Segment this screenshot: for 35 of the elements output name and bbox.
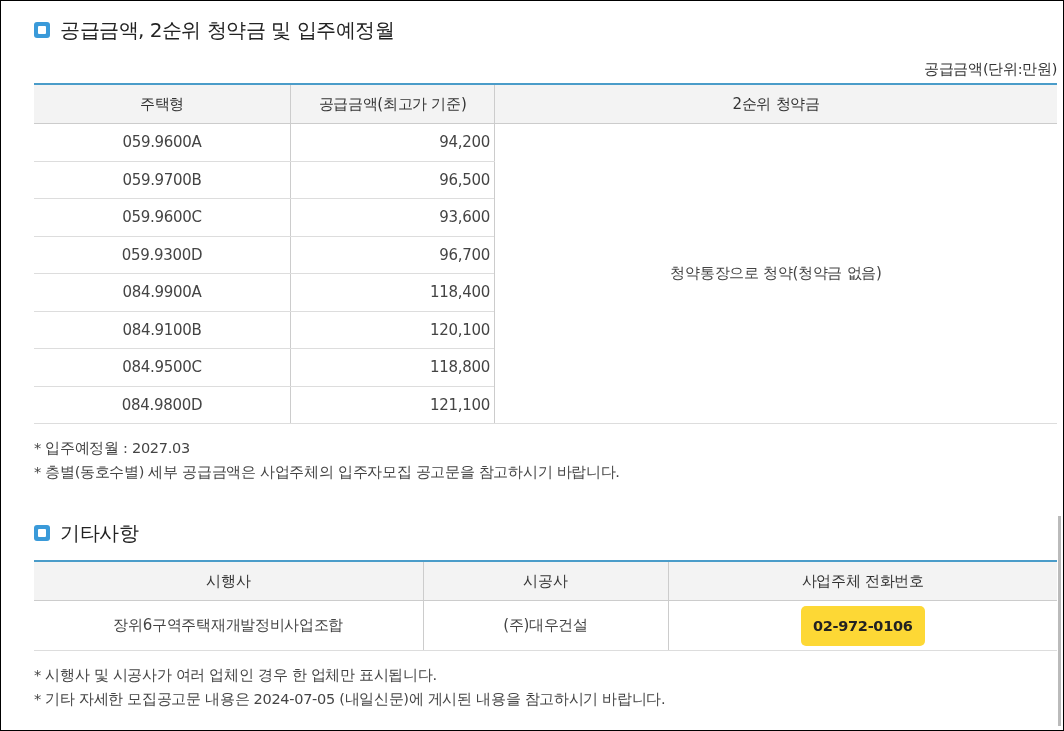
table-cell: 장위6구역주택재개발정비사업조합: [113, 616, 344, 634]
note-text: * 입주예정월 : 2027.03: [34, 439, 191, 458]
square-bullet-icon: [34, 22, 50, 38]
column-header: 시행사: [206, 571, 251, 590]
square-bullet-icon: [34, 525, 50, 541]
table-cell: 120,100: [430, 320, 490, 339]
table-cell: 청약통장으로 청약(청약금 없음): [670, 264, 882, 282]
table-cell: 084.9500C: [122, 358, 202, 377]
column-header: 사업주체 전화번호: [801, 571, 924, 590]
table-cell: 084.9800D: [121, 395, 203, 414]
table-cell: 121,100: [430, 395, 490, 414]
section-title: 기타사항: [60, 519, 138, 547]
table-cell: 118,400: [430, 283, 490, 302]
section-title: 공급금액, 2순위 청약금 및 입주예정월: [60, 16, 394, 44]
column-header: 시공사: [523, 571, 568, 590]
note-text: * 기타 자세한 모집공고문 내용은 2024-07-05 (내일신문)에 게시된 내용을 참고하시기 바랍니다.: [34, 690, 667, 709]
note-text: * 층별(동호수별) 세부 공급금액은 사업주체의 입주자모집 공고문을 참고하시기 바랍니다.: [34, 463, 621, 482]
column-header: 주택형: [139, 94, 185, 113]
phone-number-link[interactable]: 02-972-0106: [800, 605, 925, 646]
unit-note: 공급금액(단위:만원): [924, 61, 1057, 77]
table-cell: 96,700: [439, 245, 490, 264]
table-cell: 118,800: [430, 358, 490, 377]
table-cell: 059.9700B: [122, 170, 202, 189]
column-header: 공급금액(최고가 기준): [318, 94, 467, 113]
table-cell: 084.9900A: [122, 283, 202, 302]
table-cell: 084.9100B: [122, 320, 202, 339]
table-cell: 059.9600A: [122, 133, 202, 152]
column-header: 2순위 청약금: [732, 94, 820, 113]
note-text: * 시행사 및 시공사가 여러 업체인 경우 한 업체만 표시됩니다.: [34, 666, 438, 685]
table-cell: 94,200: [439, 133, 490, 152]
table-cell: 059.9300D: [121, 245, 203, 264]
table-cell: 059.9600C: [122, 208, 202, 227]
table-cell: 93,600: [439, 208, 490, 227]
table-cell: (주)대우건설: [503, 616, 588, 634]
table-cell: 96,500: [439, 170, 490, 189]
